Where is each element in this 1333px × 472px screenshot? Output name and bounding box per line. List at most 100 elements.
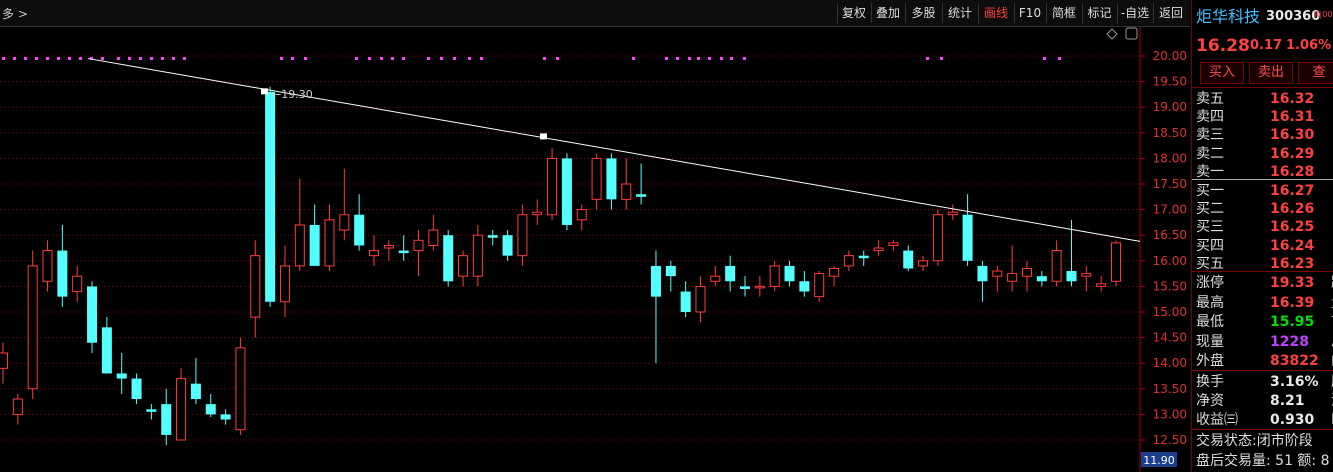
- candle-body-down[interactable]: [784, 265, 795, 282]
- candle-body-down[interactable]: [131, 378, 142, 400]
- stat2-row[interactable]: 收益㈢0.930PE: [1192, 410, 1333, 430]
- query-button[interactable]: 查: [1298, 62, 1333, 84]
- candle-body-down[interactable]: [57, 250, 68, 297]
- candle-body-up[interactable]: [279, 265, 290, 303]
- trend-line[interactable]: [87, 58, 1141, 242]
- candle-body-up[interactable]: [695, 285, 706, 313]
- breadcrumb[interactable]: 多 >: [2, 5, 28, 22]
- candle-body-up[interactable]: [1007, 273, 1018, 282]
- bid-row[interactable]: 买二 16.26: [1192, 199, 1333, 219]
- ask-row[interactable]: 卖三 16.30: [1192, 125, 1333, 145]
- candle-body-down[interactable]: [161, 404, 172, 435]
- candle-body-down[interactable]: [977, 265, 988, 282]
- candle-body-up[interactable]: [472, 234, 483, 277]
- candle-body-up[interactable]: [517, 214, 528, 257]
- toolbar-button-7[interactable]: 标记: [1082, 3, 1116, 23]
- candle-body-down[interactable]: [398, 250, 409, 254]
- candle-body-down[interactable]: [220, 414, 231, 420]
- candle-body-down[interactable]: [443, 235, 454, 282]
- candle-body-down[interactable]: [799, 281, 810, 292]
- candle-body-up[interactable]: [1051, 250, 1062, 282]
- candle-body-down[interactable]: [502, 235, 513, 256]
- candle-body-up[interactable]: [1111, 242, 1121, 282]
- stat-row[interactable]: 最低15.95市值: [1192, 312, 1333, 332]
- candle-body-up[interactable]: [250, 255, 261, 318]
- candle-body-down[interactable]: [116, 373, 127, 379]
- candle-body-down[interactable]: [146, 409, 157, 412]
- stat2-row[interactable]: 净资8.21流通: [1192, 391, 1333, 411]
- trend-handle[interactable]: [540, 133, 547, 140]
- candle-body-up[interactable]: [324, 219, 335, 267]
- buy-button[interactable]: 买入: [1200, 62, 1244, 84]
- candle-body-up[interactable]: [829, 267, 840, 277]
- toolbar-button-9[interactable]: 返回: [1153, 3, 1188, 23]
- candle-body-up[interactable]: [843, 255, 854, 267]
- stat-row[interactable]: 外盘83822内盘: [1192, 351, 1333, 371]
- candle-body-down[interactable]: [561, 158, 572, 225]
- candle-body-up[interactable]: [918, 260, 929, 267]
- candle-body-down[interactable]: [354, 214, 365, 246]
- candle-body-up[interactable]: [235, 347, 246, 431]
- bid-row[interactable]: 买四 16.24: [1192, 236, 1333, 256]
- candle-body-down[interactable]: [962, 214, 973, 261]
- candle-body-up[interactable]: [294, 224, 305, 267]
- candle-body-down[interactable]: [190, 383, 201, 400]
- ask-row[interactable]: 卖二 16.29: [1192, 144, 1333, 164]
- trend-handle[interactable]: [261, 88, 268, 95]
- candle-body-down[interactable]: [606, 158, 617, 200]
- candle-body-up[interactable]: [12, 398, 23, 415]
- candle-body-up[interactable]: [413, 239, 424, 252]
- candle-body-up[interactable]: [1021, 267, 1032, 277]
- candle-body-up[interactable]: [814, 273, 825, 298]
- candle-body-down[interactable]: [650, 265, 661, 297]
- candle-body-down[interactable]: [87, 286, 98, 343]
- candle-body-up[interactable]: [621, 183, 632, 200]
- toolbar-button-4[interactable]: 画线: [978, 3, 1013, 23]
- toolbar-button-0[interactable]: 复权: [837, 3, 870, 23]
- candle-body-down[interactable]: [903, 250, 914, 269]
- candle-body-up[interactable]: [932, 214, 943, 262]
- stat-row[interactable]: 涨停19.33跌停: [1192, 273, 1333, 293]
- candle-body-up[interactable]: [992, 270, 1003, 277]
- toolbar-button-3[interactable]: 统计: [942, 3, 977, 23]
- candle-body-down[interactable]: [101, 327, 112, 374]
- candle-body-up[interactable]: [1081, 273, 1092, 277]
- sell-button[interactable]: 卖出: [1249, 62, 1293, 84]
- candle-body-down[interactable]: [1066, 271, 1077, 282]
- candle-body-up[interactable]: [0, 352, 8, 369]
- candle-body-up[interactable]: [710, 275, 721, 282]
- candle-body-up[interactable]: [42, 250, 53, 282]
- toolbar-button-1[interactable]: 叠加: [871, 3, 904, 23]
- candle-body-up[interactable]: [873, 247, 884, 252]
- toolbar-button-8[interactable]: -自选: [1117, 3, 1152, 23]
- candle-body-down[interactable]: [680, 291, 691, 312]
- candle-body-down[interactable]: [205, 404, 216, 415]
- candle-body-up[interactable]: [532, 211, 543, 216]
- candle-body-down[interactable]: [858, 255, 869, 259]
- bid-row[interactable]: 买一 16.27: [1192, 181, 1333, 201]
- panel-toggle-icon[interactable]: [1125, 27, 1138, 40]
- candle-body-up[interactable]: [888, 242, 899, 246]
- toolbar-button-5[interactable]: F10: [1014, 3, 1045, 23]
- bid-row[interactable]: 买三 16.25: [1192, 217, 1333, 237]
- stat2-row[interactable]: 换手3.16%股本: [1192, 372, 1333, 392]
- candle-body-up[interactable]: [591, 157, 602, 200]
- candle-body-down[interactable]: [665, 265, 676, 277]
- candle-body-up[interactable]: [754, 285, 765, 289]
- ask-row[interactable]: 卖五 16.32: [1192, 89, 1333, 109]
- candle-body-up[interactable]: [339, 214, 350, 231]
- stat-row[interactable]: 最高16.39量比: [1192, 293, 1333, 313]
- stat-row[interactable]: 现量1228总量: [1192, 332, 1333, 352]
- candle-body-down[interactable]: [487, 235, 498, 238]
- kline-chart[interactable]: 20.00 19.50 19.00 18.50 18.00 17.50 17.00 16.50…: [0, 27, 1190, 472]
- candle-body-up[interactable]: [458, 255, 469, 277]
- candle-body-down[interactable]: [1036, 276, 1047, 282]
- candle-body-up[interactable]: [1096, 283, 1107, 287]
- toolbar-button-2[interactable]: 多股: [905, 3, 941, 23]
- candle-body-down[interactable]: [740, 286, 750, 289]
- candle-body-down[interactable]: [636, 194, 647, 197]
- candle-body-up[interactable]: [27, 265, 38, 390]
- candle-body-down[interactable]: [725, 265, 736, 282]
- candle-body-up[interactable]: [947, 211, 958, 216]
- candle-body-up[interactable]: [72, 275, 83, 293]
